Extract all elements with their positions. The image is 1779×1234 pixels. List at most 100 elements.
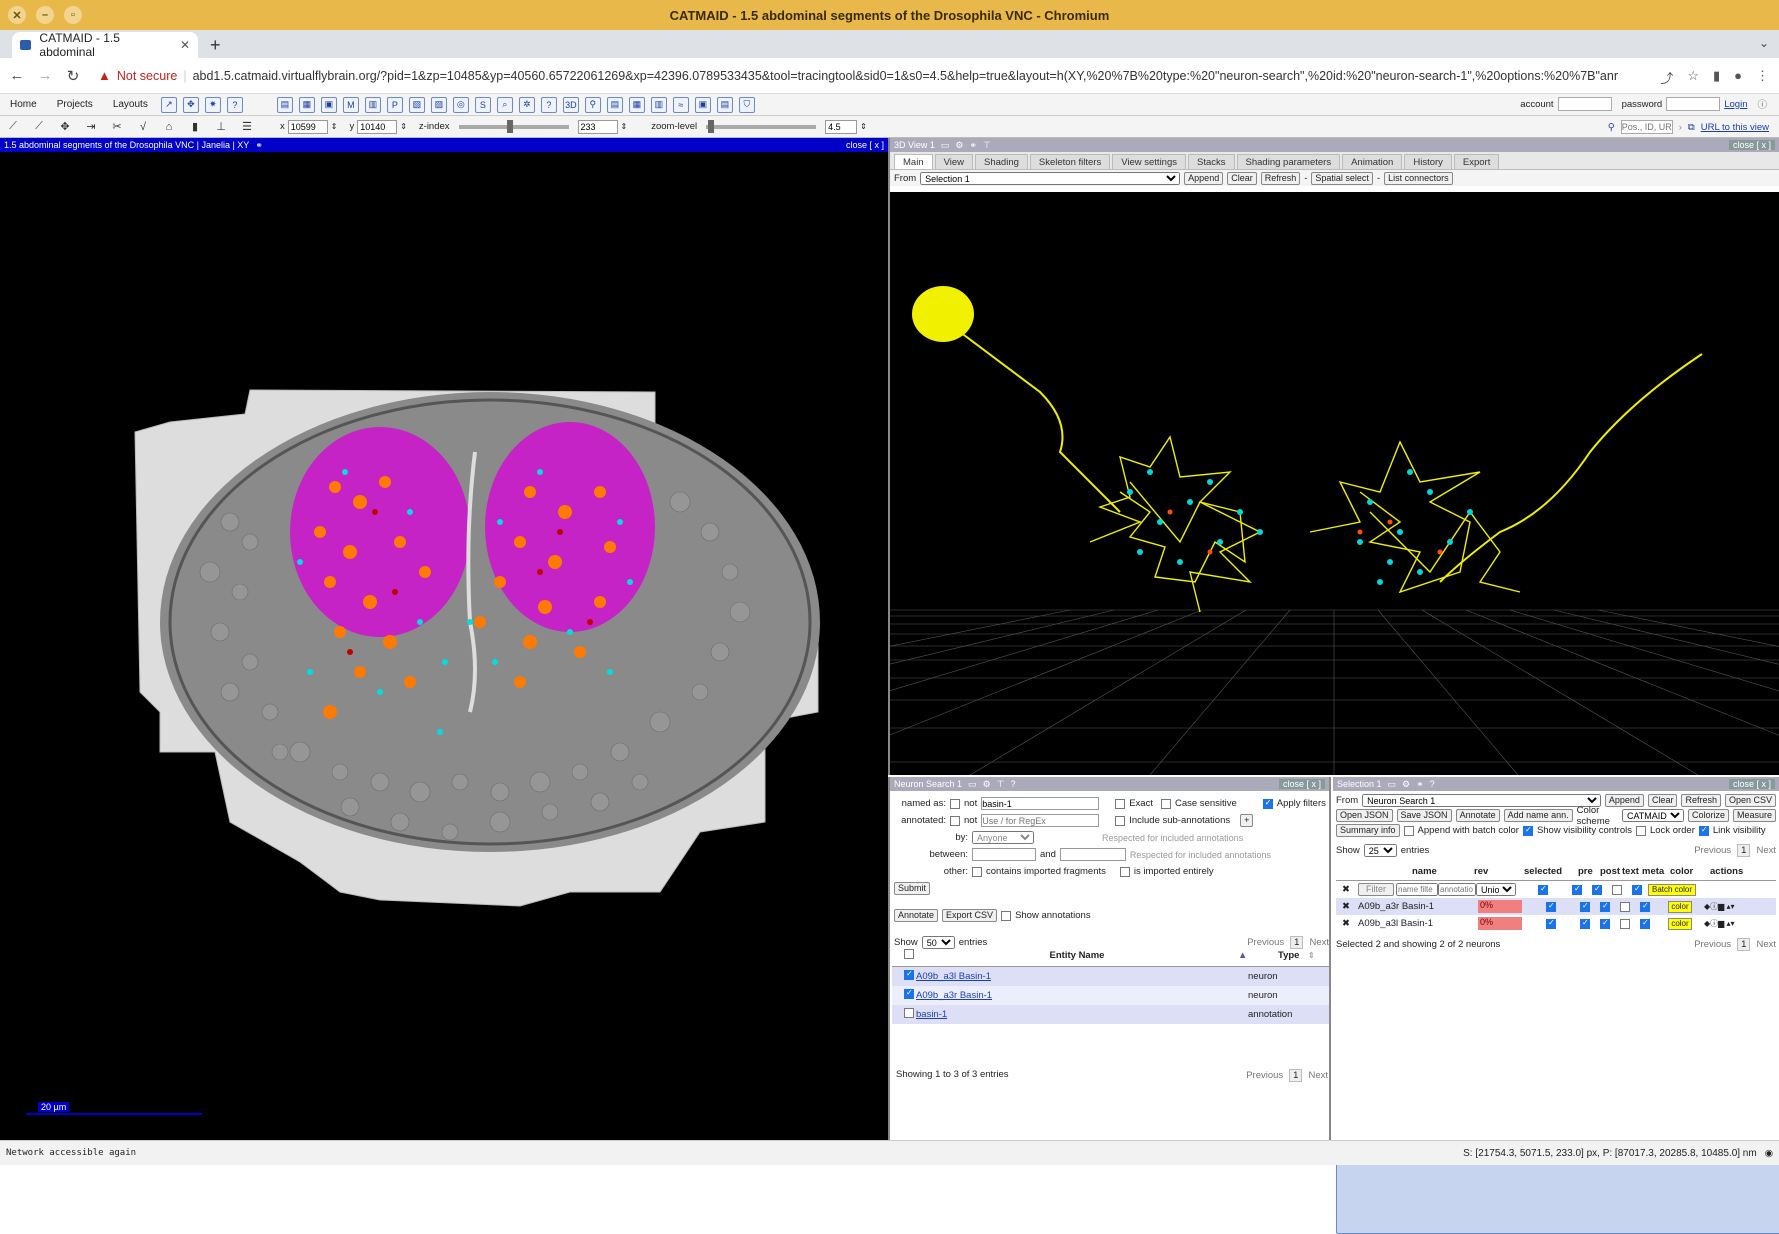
union-select[interactable]: Union [1476, 883, 1516, 896]
previous-page-button[interactable]: Previous [1694, 939, 1731, 950]
show-entries-select[interactable]: 25 [1363, 844, 1397, 857]
row-pre-checkbox[interactable] [1580, 901, 1590, 912]
tag-icon[interactable]: ⌂ [160, 121, 178, 133]
neuron-name[interactable]: A09b_a3r Basin-1 [1358, 901, 1478, 912]
remove-all-icon[interactable]: ✖ [1336, 884, 1358, 895]
browser-tab[interactable]: CATMAID - 1.5 abdominal ✕ [12, 31, 198, 59]
col-post[interactable]: post [1600, 866, 1622, 877]
show-annotations-checkbox[interactable] [1001, 910, 1012, 921]
widget-7-icon[interactable]: ▧ [408, 96, 425, 113]
widget-12-icon[interactable]: ▦ [628, 96, 645, 113]
gear-icon[interactable]: ⚙ [983, 779, 991, 790]
x-input[interactable] [287, 119, 328, 134]
graph-icon[interactable]: ✲ [518, 96, 535, 113]
col-color[interactable]: color [1670, 866, 1710, 877]
stack-close-button[interactable]: close [ x ] [846, 140, 884, 150]
row-post-checkbox[interactable] [1600, 901, 1610, 912]
search-icon[interactable]: ⌕ [496, 96, 513, 113]
menu-projects[interactable]: Projects [47, 99, 103, 110]
bookmark-star-icon[interactable]: ☆ [1687, 68, 1699, 87]
entity-link[interactable]: A09b_a3l Basin-1 [916, 971, 1236, 982]
window-icon[interactable]: ▭ [941, 140, 950, 151]
tab-main[interactable]: Main [894, 154, 933, 169]
annotation-filter-input[interactable] [1438, 883, 1476, 896]
select-all-checkbox[interactable] [1538, 884, 1548, 895]
open-csv-button[interactable]: Open CSV [1724, 794, 1776, 807]
gear-icon[interactable]: ⚙ [1402, 779, 1410, 790]
link-icon[interactable]: ⚭ [255, 140, 263, 151]
remove-row-icon[interactable]: ✖ [1336, 901, 1358, 912]
close-tab-icon[interactable]: ✕ [180, 38, 190, 52]
back-icon[interactable]: ← [6, 67, 28, 84]
col-pre[interactable]: pre [1578, 866, 1600, 877]
profile-icon[interactable]: ● [1734, 68, 1742, 87]
menu-layouts[interactable]: Layouts [103, 99, 158, 110]
annotate-button[interactable]: Annotate [894, 909, 939, 922]
next-page-button[interactable]: Next [1308, 1070, 1328, 1081]
help-icon[interactable]: ? [1430, 779, 1435, 789]
list-connectors-button[interactable]: List connectors [1384, 171, 1453, 185]
link-icon[interactable]: ⚭ [969, 140, 977, 151]
row-meta-checkbox[interactable] [1640, 901, 1650, 912]
tab-search-icon[interactable]: ⌄ [1759, 36, 1769, 50]
widget-11-icon[interactable]: ▤ [606, 96, 623, 113]
url-to-view-link[interactable]: URL to this view [1701, 122, 1769, 133]
widget-6-icon[interactable]: P [386, 96, 403, 113]
forward-icon[interactable]: → [34, 67, 56, 84]
all-pre-checkbox[interactable] [1572, 884, 1582, 895]
previous-page-button[interactable]: Previous [1246, 1070, 1283, 1081]
exact-checkbox[interactable] [1115, 798, 1126, 809]
open-widget-icon[interactable]: ↗ [160, 96, 177, 113]
type-header[interactable]: Type [1248, 950, 1308, 961]
ruler-icon[interactable]: ⊥ [212, 120, 230, 133]
z-index-slider[interactable] [458, 119, 569, 133]
add-name-annotation-button[interactable]: Add name ann. [1503, 809, 1573, 822]
close-window-icon[interactable]: ✕ [8, 6, 26, 24]
gear-icon[interactable]: ⚙ [955, 140, 963, 151]
z-index-input[interactable] [577, 119, 618, 134]
row-pre-checkbox[interactable] [1580, 918, 1590, 929]
row-text-checkbox[interactable] [1620, 901, 1630, 912]
annotate-button[interactable]: Annotate [1455, 809, 1500, 822]
row-selected-checkbox[interactable] [1546, 901, 1556, 912]
submit-button[interactable]: Submit [894, 882, 931, 895]
imported-fragments-checkbox[interactable] [972, 866, 982, 877]
col-selected[interactable]: selected [1524, 866, 1570, 877]
em-section-image[interactable] [0, 152, 888, 1140]
tab-history[interactable]: History [1404, 154, 1452, 169]
tab-export[interactable]: Export [1453, 154, 1500, 169]
imported-entirely-checkbox[interactable] [1119, 866, 1130, 877]
help-icon[interactable]: ? [1010, 779, 1015, 789]
named-not-checkbox[interactable] [950, 798, 960, 809]
move-tool-icon[interactable]: ✥ [56, 120, 74, 133]
all-post-checkbox[interactable] [1592, 884, 1602, 895]
color-scheme-select[interactable]: CATMAID [1621, 809, 1684, 822]
clear-button[interactable]: Clear [1647, 794, 1678, 807]
share-icon[interactable]: ⤴ [1660, 68, 1673, 87]
append-batch-checkbox[interactable] [1403, 825, 1414, 836]
widget-1-icon[interactable]: ▤ [276, 96, 293, 113]
select-all-checkbox[interactable] [904, 949, 914, 959]
row-actions-icon[interactable]: ◆ⓘ▆ ▴▾ [1704, 918, 1735, 929]
login-link[interactable]: Login [1724, 99, 1747, 110]
cut-icon[interactable]: ✂ [108, 120, 126, 133]
widget-3-icon[interactable]: ▣ [320, 96, 337, 113]
sidebar-icon[interactable]: ▮ [1713, 68, 1720, 87]
eye-icon[interactable]: ◉ [1765, 1148, 1773, 1159]
table-row[interactable]: A09b_a3r Basin-1 neuron [892, 986, 1329, 1005]
annotation-input[interactable] [981, 814, 1100, 827]
between-start-input[interactable] [972, 848, 1036, 861]
query-icon[interactable]: ? [540, 96, 557, 113]
pin-icon[interactable]: ⚲ [584, 96, 601, 113]
widget-10-icon[interactable]: S [474, 96, 491, 113]
by-user-select[interactable]: Anyone [972, 831, 1034, 844]
3d-scene[interactable] [890, 192, 1779, 775]
clear-button[interactable]: Clear [1227, 171, 1257, 185]
export-csv-button[interactable]: Export CSV [942, 909, 998, 922]
sqrt-icon[interactable]: √ [134, 121, 152, 133]
spatial-select-button[interactable]: Spatial select [1311, 171, 1373, 185]
link-visibility-checkbox[interactable] [1698, 825, 1709, 836]
table-row[interactable]: basin-1 annotation [892, 1005, 1329, 1024]
refresh-button[interactable]: Refresh [1260, 171, 1301, 185]
filter-icon[interactable]: ⊤ [997, 779, 1005, 790]
